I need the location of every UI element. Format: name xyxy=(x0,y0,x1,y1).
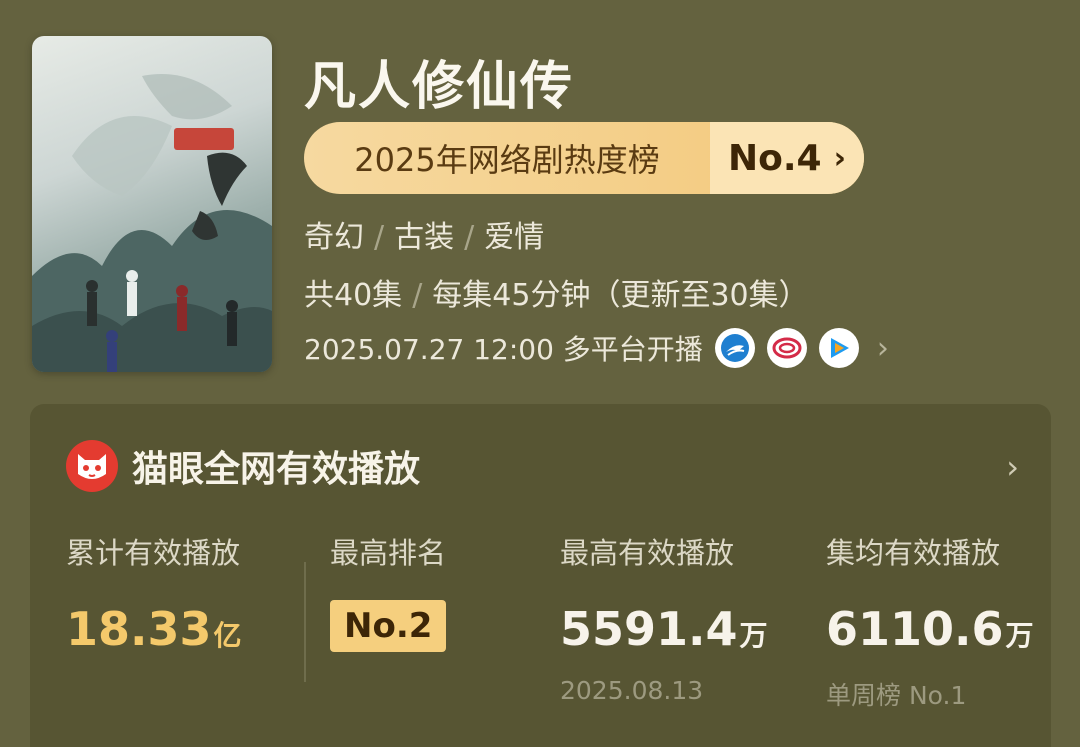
episode-length: 每集45分钟（更新至30集） xyxy=(432,278,809,313)
stat-date: 2025.08.13 xyxy=(560,676,704,705)
stat-highest-play: 最高有效播放 5591.4万 2025.08.13 xyxy=(560,530,768,705)
genre-tag: 奇幻 xyxy=(304,220,364,255)
heat-rank-pill[interactable]: 2025年网络剧热度榜 No.4 › xyxy=(304,122,864,194)
drama-title: 凡人修仙传 xyxy=(304,57,575,117)
chevron-right-icon[interactable]: › xyxy=(1006,448,1019,486)
stat-note: 单周榜 No.1 xyxy=(826,681,967,710)
stat-avg-play: 集均有效播放 6110.6万 单周榜 No.1 xyxy=(826,530,1034,712)
chevron-right-icon: › xyxy=(833,140,846,176)
premiere-row[interactable]: 2025.07.27 12:00 多平台开播 › xyxy=(304,326,889,370)
separator: / xyxy=(464,220,475,255)
poster-artwork xyxy=(32,74,272,372)
card-title: 猫眼全网有效播放 xyxy=(132,449,421,490)
chevron-right-icon[interactable]: › xyxy=(877,331,889,366)
youku-icon[interactable] xyxy=(714,328,755,368)
drama-poster[interactable] xyxy=(32,36,272,372)
rank-value-box: No.4 › xyxy=(710,122,864,194)
tencent-video-icon[interactable] xyxy=(818,328,859,368)
genre-tag: 爱情 xyxy=(484,220,545,255)
episode-count: 共40集 xyxy=(304,278,403,313)
stat-cumulative-play: 累计有效播放 18.33亿 xyxy=(66,530,242,656)
separator: / xyxy=(412,278,423,313)
stat-value: 18.33亿 xyxy=(66,602,242,656)
stat-label: 最高有效播放 xyxy=(560,536,735,570)
mango-tv-icon[interactable] xyxy=(766,328,807,368)
stat-value: 5591.4万 xyxy=(560,602,768,656)
divider xyxy=(304,562,306,682)
premiere-datetime: 2025.07.27 12:00 多平台开播 xyxy=(304,333,703,366)
episode-info: 共40集 / 每集45分钟（更新至30集） xyxy=(304,270,809,314)
stat-highest-rank: 最高排名 No.2 xyxy=(330,530,447,652)
rank-badge: No.2 xyxy=(330,600,447,652)
stat-label: 最高排名 xyxy=(330,536,447,570)
stat-value: 6110.6万 xyxy=(826,602,1034,656)
card-header[interactable]: 猫眼全网有效播放 xyxy=(66,440,420,492)
stat-label: 集均有效播放 xyxy=(826,536,1001,570)
maoyan-stats-card: 猫眼全网有效播放 › 累计有效播放 18.33亿 最高排名 No.2 最高有效播… xyxy=(30,404,1051,747)
genre-tags: 奇幻 / 古装 / 爱情 xyxy=(304,212,544,256)
separator: / xyxy=(374,220,385,255)
rank-list-name: 2025年网络剧热度榜 xyxy=(354,141,660,179)
rank-value: No.4 xyxy=(728,137,822,179)
genre-tag: 古装 xyxy=(394,220,455,255)
maoyan-cat-icon xyxy=(66,440,118,492)
stat-label: 累计有效播放 xyxy=(66,536,241,570)
